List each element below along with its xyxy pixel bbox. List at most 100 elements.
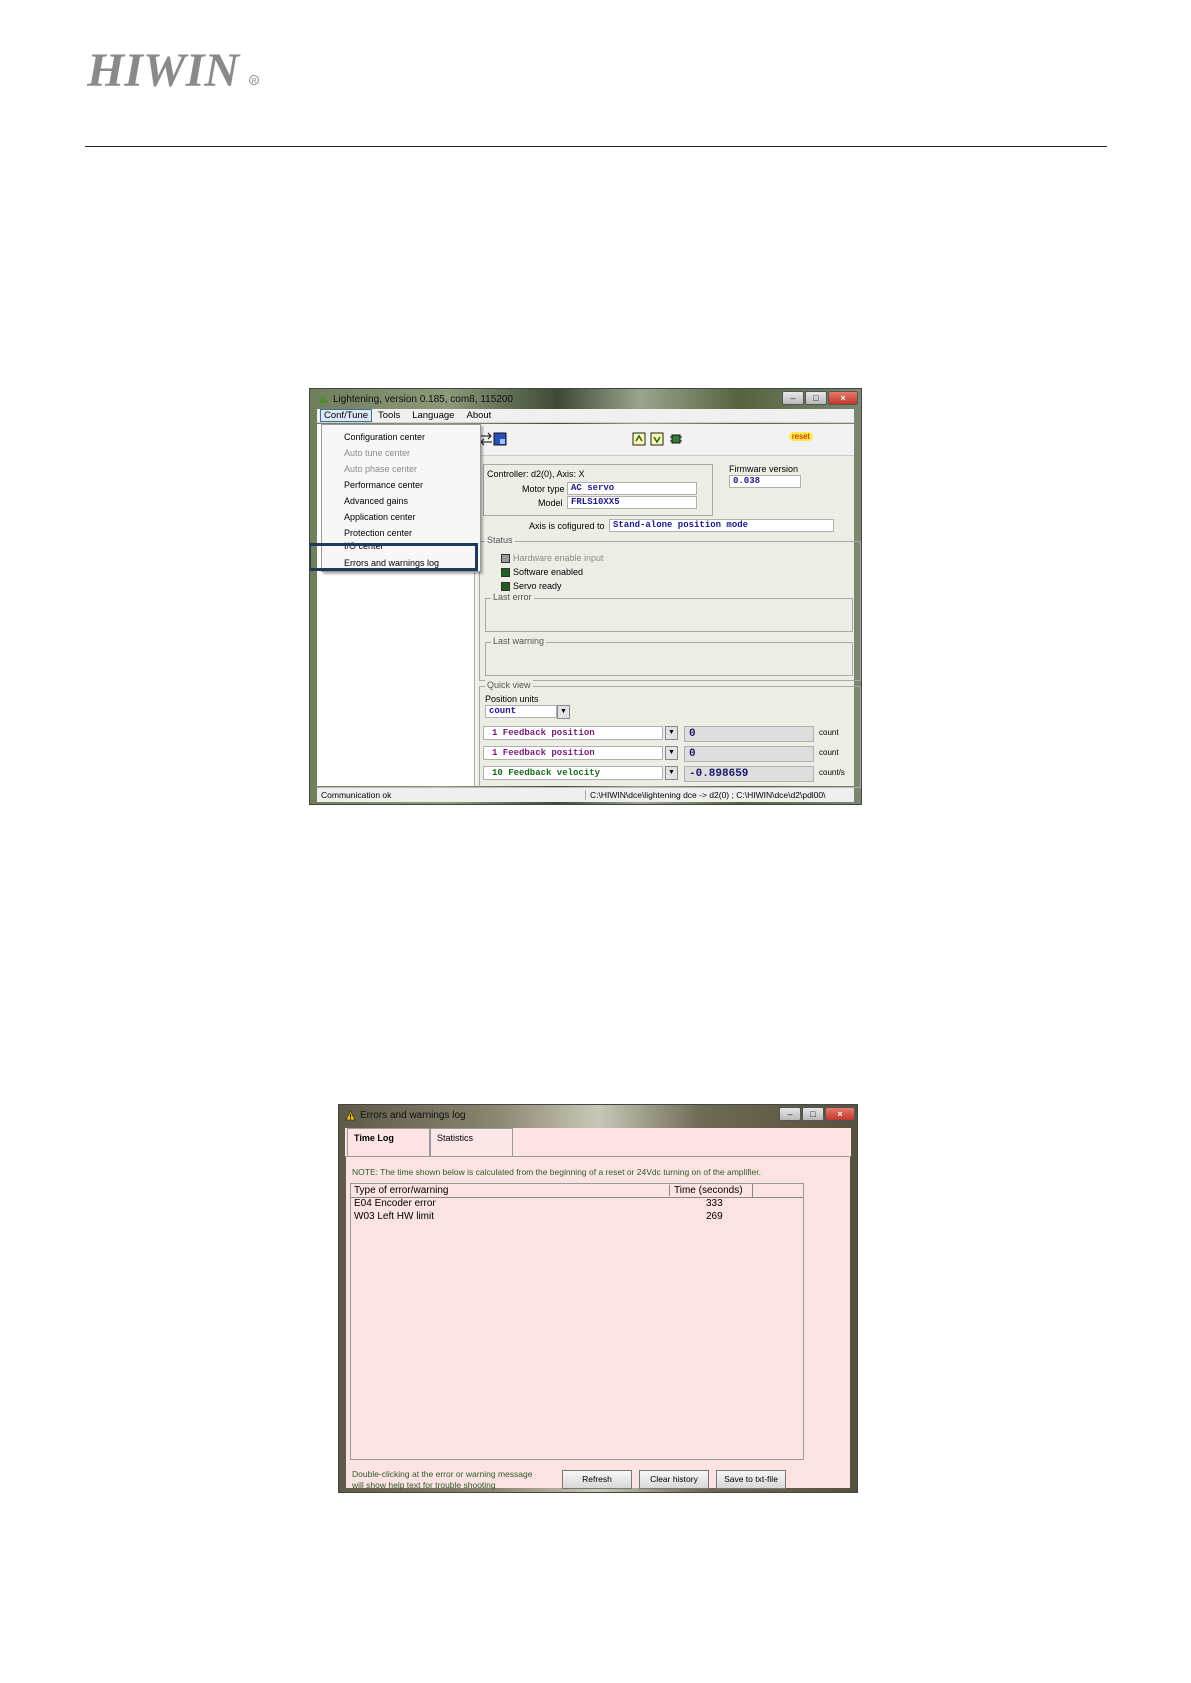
last-warning-group: Last warning — [485, 636, 853, 676]
controller-label: Controller: d2(0), Axis: X — [487, 469, 585, 479]
chevron-down-icon[interactable]: ▼ — [665, 746, 678, 760]
model-value: FRLS10XX5 — [567, 496, 697, 509]
logo-wordmark: HIWIN — [87, 44, 241, 97]
menu-item-application-center[interactable]: Application center — [322, 509, 480, 525]
minimize-button[interactable]: – — [782, 391, 804, 405]
quick-view-variable-select[interactable]: 10 Feedback velocity — [483, 766, 663, 780]
firmware-label: Firmware version — [729, 464, 799, 474]
lightening-main-window: Lightening, version 0.185, com8, 115200 … — [309, 388, 862, 805]
column-header-type[interactable]: Type of error/warning — [354, 1185, 449, 1196]
axis-config-value: Stand-alone position mode — [609, 519, 834, 532]
column-divider — [752, 1184, 753, 1198]
menu-item-configuration-center[interactable]: Configuration center — [322, 429, 480, 445]
table-row[interactable]: E04 Encoder error 333 — [351, 1198, 803, 1211]
menubar: Conf/Tune Tools Language About — [317, 409, 854, 423]
help-hint: Double-clicking at the error or warning … — [352, 1469, 552, 1491]
table-row[interactable]: W03 Left HW limit 269 — [351, 1211, 803, 1224]
refresh-button[interactable]: Refresh — [562, 1470, 632, 1489]
software-enabled-label: Software enabled — [513, 567, 584, 577]
log-titlebar: Errors and warnings log – □ × — [339, 1105, 857, 1125]
tab-statistics[interactable]: Statistics — [430, 1128, 513, 1156]
maximize-button[interactable]: □ — [805, 391, 827, 405]
save-to-txt-button[interactable]: Save to txt-file — [716, 1470, 786, 1489]
quick-view-unit: count — [819, 728, 839, 737]
firmware-value: 0.038 — [729, 475, 801, 488]
menu-item-auto-tune-center[interactable]: Auto tune center — [322, 445, 480, 461]
right-pane: reset Controller: d2(0), Axis: X Motor t… — [477, 424, 861, 788]
statusbar: Communication ok C:\HIWIN\dce\lightening… — [317, 787, 854, 802]
close-button[interactable]: × — [828, 391, 858, 405]
chart-icon[interactable] — [493, 432, 507, 446]
log-time-cell: 269 — [706, 1211, 723, 1222]
help-hint-line: will show help text for trouble shooting — [352, 1480, 496, 1490]
chevron-down-icon[interactable]: ▼ — [665, 766, 678, 780]
client-area: reset Controller: d2(0), Axis: X Motor t… — [310, 424, 861, 788]
svg-text:R: R — [252, 78, 257, 85]
column-header-time[interactable]: Time (seconds) — [669, 1185, 743, 1196]
log-list-header: Type of error/warning Time (seconds) — [351, 1184, 803, 1198]
window-controls: – □ × — [779, 1107, 855, 1121]
status-legend: Status — [485, 535, 515, 545]
quick-view-value: 0 — [684, 726, 814, 742]
clear-history-button[interactable]: Clear history — [639, 1470, 709, 1489]
quick-view-value: -0.898659 — [684, 766, 814, 782]
errors-warnings-log-window: Errors and warnings log – □ × Time Log S… — [338, 1104, 858, 1493]
toolbar: reset — [477, 424, 854, 456]
menu-item-protection-center[interactable]: Protection center — [322, 525, 480, 541]
log-type-cell: W03 Left HW limit — [354, 1211, 435, 1222]
time-log-panel: NOTE: The time shown below is calculated… — [346, 1157, 850, 1491]
quick-view-variable-select[interactable]: 1 Feedback position — [483, 726, 663, 740]
menu-item-advanced-gains[interactable]: Advanced gains — [322, 493, 480, 509]
menu-tools[interactable]: Tools — [372, 410, 406, 421]
hiwin-logo: HIWIN R — [87, 44, 259, 97]
tab-time-log[interactable]: Time Log — [347, 1128, 430, 1156]
reset-button[interactable]: reset — [789, 432, 813, 441]
quick-view-row: 10 Feedback velocity ▼ -0.898659 count/s — [483, 766, 861, 782]
chip-icon[interactable] — [669, 432, 683, 446]
quick-view-legend: Quick view — [485, 680, 533, 690]
position-units-dropdown-icon[interactable]: ▼ — [557, 705, 570, 719]
error-log-list[interactable]: Type of error/warning Time (seconds) E04… — [350, 1183, 804, 1460]
quick-view-unit: count/s — [819, 768, 845, 777]
quick-view-row: 1 Feedback position ▼ 0 count — [483, 726, 861, 742]
quick-view-variable-select[interactable]: 1 Feedback position — [483, 746, 663, 760]
menu-conf-tune[interactable]: Conf/Tune — [320, 409, 373, 422]
servo-ready-led-icon — [501, 582, 510, 591]
statusbar-path: C:\HIWIN\dce\lightening dce -> d2(0) ; C… — [585, 790, 826, 800]
motor-type-value: AC servo — [567, 482, 697, 495]
software-enabled-led-icon — [501, 568, 510, 577]
swap-icon[interactable] — [479, 432, 493, 446]
menu-language[interactable]: Language — [406, 410, 460, 421]
time-note: NOTE: The time shown below is calculated… — [352, 1167, 762, 1177]
quick-view-row: 1 Feedback position ▼ 0 count — [483, 746, 861, 762]
log-tabs: Time Log Statistics — [345, 1128, 851, 1156]
statusbar-communication: Communication ok — [321, 790, 392, 800]
maximize-button[interactable]: □ — [802, 1107, 824, 1121]
app-icon — [318, 395, 328, 403]
upload-icon[interactable] — [632, 432, 646, 446]
menu-item-auto-phase-center[interactable]: Auto phase center — [322, 461, 480, 477]
window-controls: – □ × — [782, 391, 858, 405]
last-error-group: Last error — [485, 592, 853, 632]
motor-type-label: Motor type — [522, 484, 565, 494]
main-window-title: Lightening, version 0.185, com8, 115200 — [333, 393, 513, 405]
log-type-cell: E04 Encoder error — [354, 1198, 436, 1209]
servo-ready-label: Servo ready — [513, 581, 562, 591]
last-error-legend: Last error — [491, 592, 534, 602]
hardware-enable-led-icon — [501, 554, 510, 563]
close-button[interactable]: × — [825, 1107, 855, 1121]
last-warning-legend: Last warning — [491, 636, 547, 646]
position-units-label: Position units — [485, 694, 539, 704]
warning-icon — [345, 1109, 356, 1120]
position-units-select[interactable]: count — [485, 705, 557, 718]
model-label: Model — [538, 498, 563, 508]
menu-item-performance-center[interactable]: Performance center — [322, 477, 480, 493]
chevron-down-icon[interactable]: ▼ — [665, 726, 678, 740]
main-titlebar: Lightening, version 0.185, com8, 115200 … — [310, 389, 861, 409]
menu-about[interactable]: About — [460, 410, 497, 421]
axis-config-label: Axis is cofigured to — [529, 521, 605, 531]
minimize-button[interactable]: – — [779, 1107, 801, 1121]
download-icon[interactable] — [650, 432, 664, 446]
help-hint-line: Double-clicking at the error or warning … — [352, 1469, 533, 1479]
quick-view-unit: count — [819, 748, 839, 757]
